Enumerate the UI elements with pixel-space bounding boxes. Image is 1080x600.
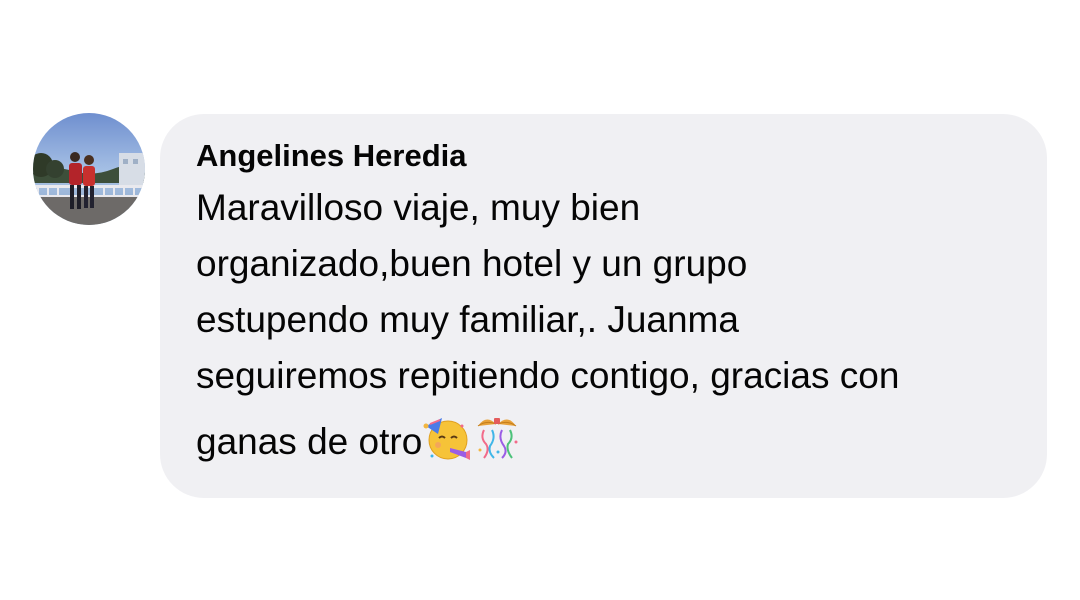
comment: Angelines Heredia Maravilloso viaje, muy… (0, 0, 1080, 600)
comment-text-line: Maravilloso viaje, muy bien (196, 187, 641, 228)
comment-bubble: Angelines Heredia Maravilloso viaje, muy… (160, 114, 1047, 498)
comment-text-line: estupendo muy familiar,. Juanma (196, 299, 739, 340)
comment-text: Maravilloso viaje, muy bien organizado,b… (196, 180, 1017, 470)
confetti-ball-icon (472, 412, 522, 462)
partying-face-icon (422, 412, 472, 462)
avatar[interactable] (33, 113, 145, 225)
comment-text-line: seguiremos repitiendo contigo, gracias c… (196, 355, 900, 396)
comment-text-line: organizado,buen hotel y un grupo (196, 243, 748, 284)
comment-text-last-line: ganas de otro (196, 412, 1017, 470)
comment-author[interactable]: Angelines Heredia (196, 138, 1017, 174)
comment-text-line: ganas de otro (196, 421, 423, 462)
avatar-photo (33, 113, 145, 225)
